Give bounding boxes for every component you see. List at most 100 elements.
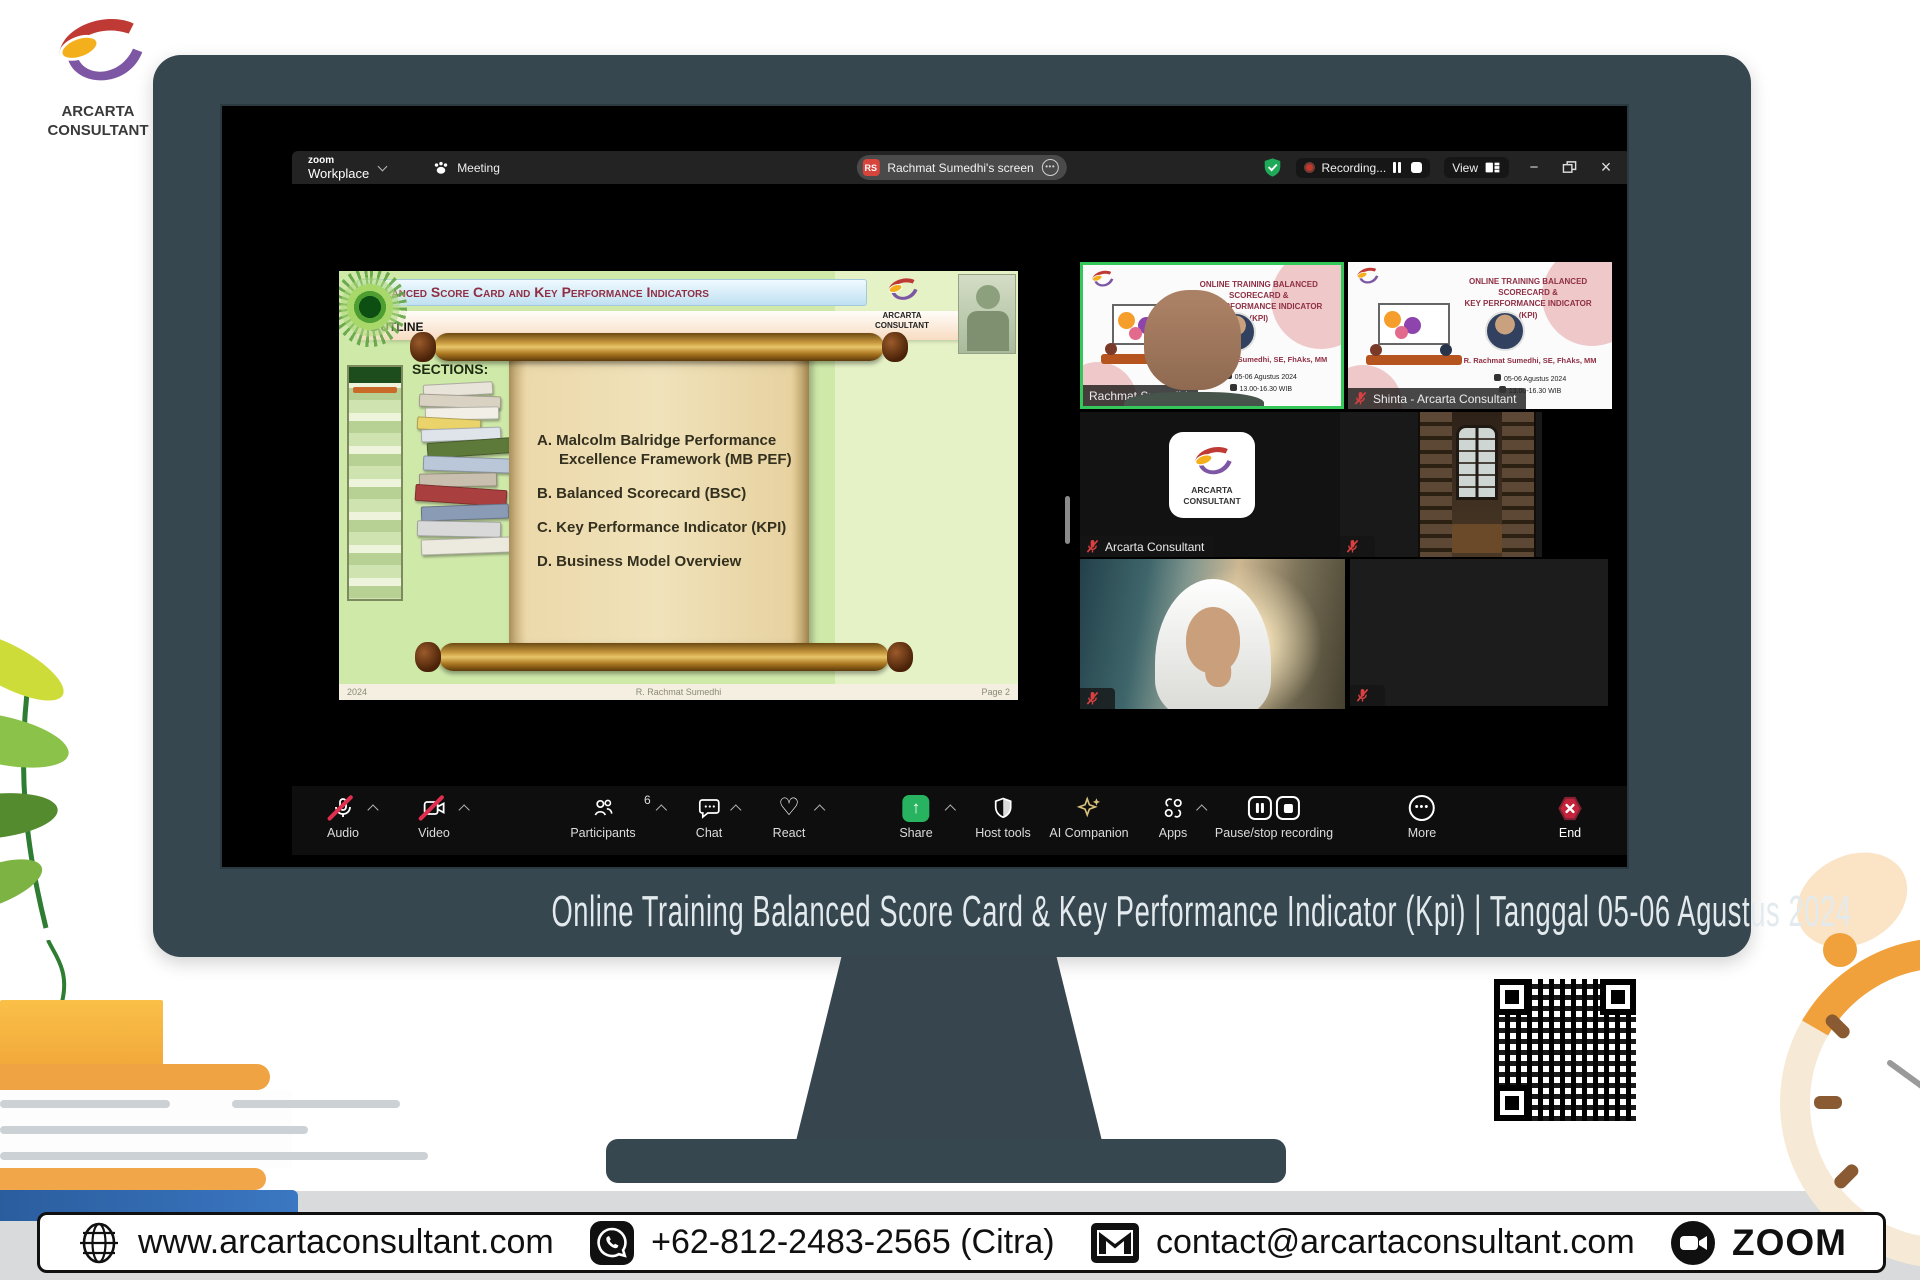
website-text: www.arcartaconsultant.com xyxy=(138,1223,554,1262)
screen-share-pill[interactable]: RS Rachmat Sumedhi's screen xyxy=(856,155,1066,180)
logo-card-line2: CONSULTANT xyxy=(1183,496,1240,507)
whatsapp-icon xyxy=(589,1220,635,1266)
tab-meeting[interactable]: Meeting xyxy=(432,160,500,175)
pause-recording-icon xyxy=(1248,796,1272,820)
email-text: contact@arcartaconsultant.com xyxy=(1156,1223,1635,1262)
poster-time: 13.00-16.30 WIB xyxy=(1456,386,1604,398)
meeting-tab-label: Meeting xyxy=(457,161,500,175)
zoom-titlebar: zoom Workplace Meeting RS Rachmat Sumedh… xyxy=(292,151,1629,184)
recording-dot-icon xyxy=(1304,162,1315,173)
video-tile-hijab[interactable] xyxy=(1080,559,1345,709)
react-button[interactable]: React xyxy=(773,793,806,840)
muted-mic-icon xyxy=(1086,691,1099,706)
apps-icon xyxy=(1161,796,1186,820)
pause-stop-recording-button[interactable]: Pause/stop recording xyxy=(1215,793,1333,840)
arcarta-swoosh-icon xyxy=(884,276,920,306)
chat-button[interactable]: Chat xyxy=(696,793,722,840)
zoom-brand-small: zoom xyxy=(308,156,369,166)
scroll-roller-bottom xyxy=(439,643,889,671)
close-button[interactable] xyxy=(1595,157,1617,178)
end-button[interactable]: End xyxy=(1557,793,1584,840)
chat-icon xyxy=(697,796,722,820)
view-label: View xyxy=(1452,161,1478,175)
participants-count: 6 xyxy=(644,793,651,807)
ellipsis-icon xyxy=(1409,795,1435,821)
apps-button[interactable]: Apps xyxy=(1159,793,1188,840)
share-options-icon[interactable] xyxy=(1042,159,1059,176)
scroll-roller-top xyxy=(434,333,884,361)
shield-icon xyxy=(991,796,1015,820)
chevron-down-icon[interactable] xyxy=(378,162,388,172)
library-video xyxy=(1418,412,1536,557)
book-orange-2 xyxy=(0,1168,266,1190)
poster-speaker-name: R. Rachmat Sumedhi, SE, FhAks, MM xyxy=(1456,356,1604,365)
arcarta-swoosh-icon xyxy=(1189,444,1235,482)
minimize-button[interactable] xyxy=(1523,159,1545,176)
stop-recording-icon xyxy=(1276,796,1300,820)
end-call-icon xyxy=(1557,795,1584,822)
shared-slide: Balanced Score Card and Key Performance … xyxy=(339,271,1018,700)
share-avatar: RS xyxy=(862,159,879,176)
audio-button[interactable]: Audio xyxy=(327,793,359,840)
arcarta-swoosh-icon xyxy=(1354,266,1380,288)
video-tile-rachmat[interactable]: ONLINE TRAINING BALANCED SCORECARD & KEY… xyxy=(1080,262,1344,409)
phone-text: +62-812-2483-2565 (Citra) xyxy=(651,1223,1055,1262)
pause-recording-icon[interactable] xyxy=(1393,162,1401,173)
poster-date: 05-06 Agustus 2024 xyxy=(1456,374,1604,386)
zoom-brand-large: Workplace xyxy=(308,167,369,180)
view-button[interactable]: View xyxy=(1444,157,1509,178)
view-layout-icon xyxy=(1484,160,1501,175)
more-button[interactable]: More xyxy=(1408,793,1436,840)
slide-footer-author: R. Rachmat Sumedhi xyxy=(339,687,1018,697)
sections-label: SECTIONS: xyxy=(412,361,488,377)
book-yellow xyxy=(0,1000,163,1066)
monitor-base xyxy=(606,1139,1286,1183)
contact-bar: www.arcartaconsultant.com +62-812-2483-2… xyxy=(37,1212,1886,1273)
video-button[interactable]: Video xyxy=(418,793,450,840)
screen: zoom Workplace Meeting RS Rachmat Sumedh… xyxy=(220,104,1629,869)
monitor: zoom Workplace Meeting RS Rachmat Sumedh… xyxy=(153,55,1751,957)
zoom-camera-icon xyxy=(1670,1220,1716,1266)
video-tile-arcarta[interactable]: ARCARTA CONSULTANT Arcarta Consultant xyxy=(1080,412,1344,557)
zoom-label: ZOOM xyxy=(1732,1222,1847,1264)
video-tile-library[interactable] xyxy=(1340,412,1542,557)
arcarta-swoosh-icon xyxy=(1089,269,1115,291)
participants-icon xyxy=(590,796,616,820)
recording-indicator: Recording... xyxy=(1296,158,1431,178)
sparkle-icon xyxy=(1076,795,1102,821)
share-label: Rachmat Sumedhi's screen xyxy=(887,161,1033,175)
participant-name-pill xyxy=(1350,685,1385,706)
zoom-brand: zoom Workplace xyxy=(308,156,369,180)
poster-illustration xyxy=(1366,303,1461,371)
book-plant-stem xyxy=(40,940,100,1002)
email-icon xyxy=(1090,1222,1140,1264)
restore-button[interactable] xyxy=(1559,160,1581,175)
slide-left-poster xyxy=(347,365,403,601)
ai-companion-button[interactable]: AI Companion xyxy=(1049,793,1128,840)
outline-item: C. Key Performance Indicator (KPI) xyxy=(537,518,795,537)
security-shield-icon[interactable] xyxy=(1263,157,1282,178)
muted-mic-icon xyxy=(1356,688,1369,703)
slide-logo-line2: CONSULTANT xyxy=(852,321,952,331)
zoom-toolbar: Audio Video xyxy=(292,786,1629,855)
share-button[interactable]: Share xyxy=(899,793,932,840)
participant-face xyxy=(1124,290,1263,409)
video-tile-shinta[interactable]: ONLINE TRAINING BALANCED SCORECARD & KEY… xyxy=(1348,262,1612,409)
participants-button[interactable]: 6 Participants xyxy=(570,793,635,840)
heart-icon xyxy=(778,796,800,820)
outline-list: A. Malcolm Balridge Performance Excellen… xyxy=(537,431,795,586)
stop-recording-icon[interactable] xyxy=(1411,162,1422,173)
muted-mic-icon xyxy=(1346,539,1359,554)
muted-mic-icon xyxy=(1086,539,1099,554)
host-tools-button[interactable]: Host tools xyxy=(975,793,1031,840)
outline-item: B. Balanced Scorecard (BSC) xyxy=(537,484,795,503)
meeting-icon xyxy=(432,160,450,175)
monitor-stand xyxy=(796,955,1102,1141)
qr-code xyxy=(1486,971,1644,1129)
recording-label: Recording... xyxy=(1322,161,1387,175)
slide-footer: 2024 R. Rachmat Sumedhi Page 2 xyxy=(339,684,1018,700)
gallery-resize-handle[interactable] xyxy=(1065,496,1070,544)
event-title-banner: Online Training Balanced Score Card & Ke… xyxy=(153,887,1751,937)
video-tile-dark[interactable] xyxy=(1350,559,1608,706)
slide-logo-line1: ARCARTA xyxy=(852,311,952,321)
